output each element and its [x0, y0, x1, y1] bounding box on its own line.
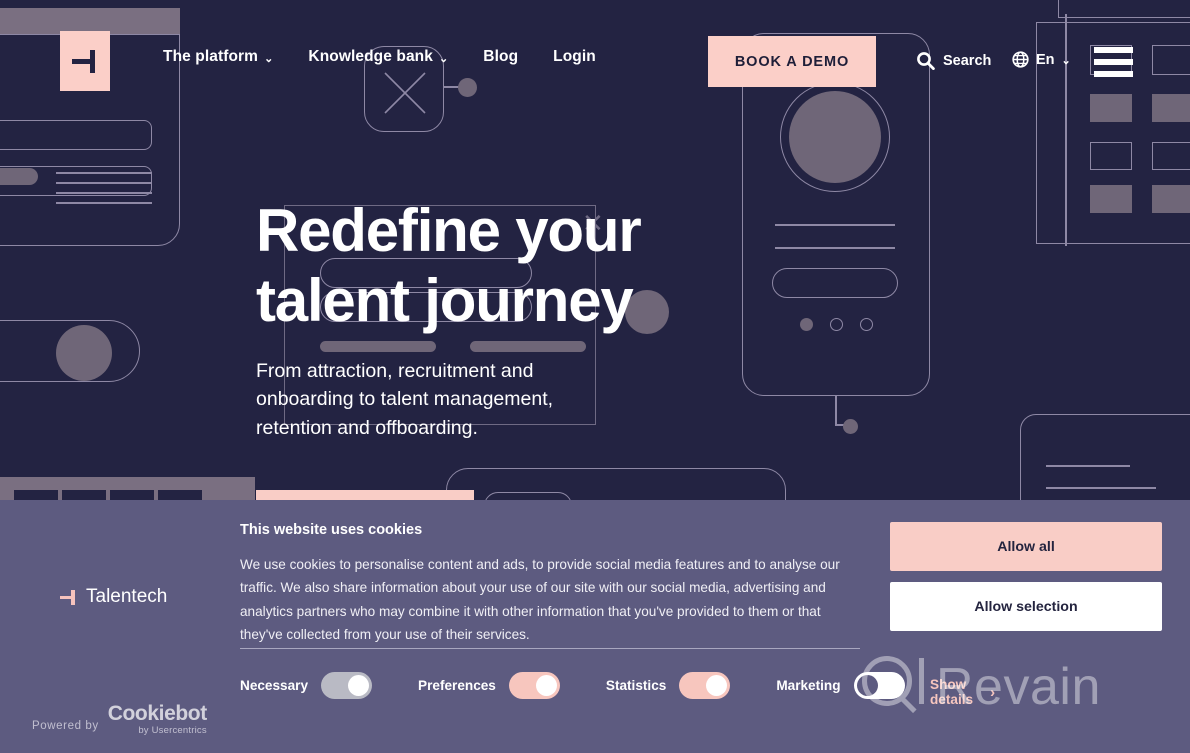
talentech-brand: Talentech — [60, 586, 167, 608]
nav-item-login[interactable]: Login — [553, 48, 596, 66]
toggle-label-marketing: Marketing — [776, 678, 841, 693]
deco-line — [56, 182, 152, 184]
toggle-preferences[interactable] — [508, 672, 560, 699]
talentech-logo-icon — [60, 589, 77, 606]
deco-dot — [830, 318, 843, 331]
show-details-label: Show details — [930, 677, 974, 707]
deco-left-knob — [0, 168, 38, 185]
book-a-demo-button[interactable]: BOOK A DEMO — [708, 36, 876, 87]
toggle-group-preferences: Preferences — [418, 672, 560, 699]
deco-line — [56, 192, 152, 194]
chevron-right-icon: › — [990, 683, 996, 701]
toggle-label-statistics: Statistics — [605, 678, 667, 693]
show-details-link[interactable]: Show details › — [930, 677, 995, 707]
cookiebot-logo: Cookiebot by Usercentrics — [108, 703, 207, 736]
cookie-banner-left: Talentech Powered by Cookiebot by Userce… — [0, 500, 230, 753]
talentech-logo[interactable] — [60, 31, 110, 91]
hero-title-line-1: Redefine your — [256, 197, 642, 264]
cookie-category-toggles: Necessary Preferences Statistics Marketi… — [240, 672, 951, 699]
deco-line — [1046, 487, 1156, 489]
toggle-group-statistics: Statistics — [605, 672, 731, 699]
primary-navigation: The platform ⌄ Knowledge bank ⌄ Blog Log… — [163, 48, 596, 66]
nav-item-label: The platform — [163, 48, 259, 65]
search-label: Search — [943, 52, 992, 69]
cookie-banner-actions: Allow all Allow selection — [890, 500, 1190, 753]
nav-item-label: Blog — [483, 48, 519, 65]
nav-item-label: Knowledge bank — [308, 48, 433, 65]
deco-connector — [835, 424, 847, 426]
cookiebot-sub: by Usercentrics — [138, 725, 207, 736]
search-button[interactable]: Search — [916, 51, 991, 70]
toggle-knob — [706, 675, 728, 696]
site-header: The platform ⌄ Knowledge bank ⌄ Blog Log… — [0, 0, 1190, 124]
deco-large-toggle — [0, 320, 140, 382]
nav-item-label: Login — [553, 48, 596, 65]
deco-cell — [1090, 185, 1132, 213]
hamburger-bar — [1094, 59, 1133, 65]
toggle-label-necessary: Necessary — [240, 678, 309, 693]
page-title: Redefine your talent journey — [256, 196, 726, 335]
deco-dot — [800, 318, 813, 331]
cookiebot-credit[interactable]: Powered by Cookiebot by Usercentrics — [32, 703, 207, 736]
toggle-group-marketing: Marketing — [776, 672, 905, 699]
language-selector[interactable]: En ⌄ — [1012, 51, 1071, 68]
talentech-brand-label: Talentech — [86, 586, 168, 607]
toggle-knob — [856, 675, 878, 696]
hamburger-bar — [1094, 47, 1133, 53]
cookie-banner-title: This website uses cookies — [240, 522, 423, 538]
page-root: ✕ The platform ⌄ Knowledge bank ⌄ Blog L… — [0, 0, 1190, 753]
deco-left-pill — [0, 166, 152, 196]
search-icon — [917, 52, 935, 70]
language-label: En — [1036, 51, 1055, 68]
cookie-consent-banner: Talentech Powered by Cookiebot by Userce… — [0, 500, 1190, 753]
deco-line — [56, 202, 152, 204]
hero-subtitle: From attraction, recruitment and onboard… — [256, 360, 554, 439]
hamburger-menu-icon[interactable] — [1094, 47, 1133, 77]
hero-title-line-2: talent journey — [256, 266, 634, 334]
globe-icon — [1012, 51, 1029, 68]
deco-line — [1046, 465, 1130, 467]
deco-line — [56, 172, 152, 174]
deco-cell — [1152, 142, 1190, 170]
deco-dot — [860, 318, 873, 331]
allow-selection-button[interactable]: Allow selection — [890, 582, 1162, 631]
deco-left-pill — [0, 120, 152, 150]
toggle-marketing[interactable] — [853, 672, 905, 699]
deco-line — [775, 247, 895, 249]
allow-all-button[interactable]: Allow all — [890, 522, 1162, 571]
toggle-statistics[interactable] — [679, 672, 731, 699]
deco-cell — [1152, 185, 1190, 213]
toggle-necessary[interactable] — [321, 672, 373, 699]
cookiebot-name: Cookiebot — [107, 702, 207, 725]
nav-item-blog[interactable]: Blog — [483, 48, 518, 66]
chevron-down-icon: ⌄ — [264, 52, 274, 65]
deco-pill — [772, 268, 898, 298]
deco-connector — [835, 396, 837, 424]
deco-large-toggle-knob — [56, 325, 112, 381]
powered-by-label: Powered by — [32, 720, 99, 732]
hamburger-bar — [1094, 71, 1133, 77]
deco-dot — [843, 419, 858, 434]
toggle-group-necessary: Necessary — [240, 672, 373, 699]
deco-cell — [1090, 142, 1132, 170]
nav-item-the-platform[interactable]: The platform ⌄ — [163, 48, 273, 66]
hero-section: Redefine your talent journey From attrac… — [256, 196, 726, 442]
cookie-banner-content: This website uses cookies We use cookies… — [230, 500, 995, 753]
deco-line — [775, 224, 895, 226]
cookie-banner-body: We use cookies to personalise content an… — [240, 557, 840, 643]
toggle-knob — [535, 675, 557, 696]
chevron-down-icon: ⌄ — [1061, 55, 1071, 67]
toggle-knob — [348, 675, 370, 696]
divider — [240, 648, 860, 649]
chevron-down-icon: ⌄ — [438, 52, 449, 65]
toggle-label-preferences: Preferences — [418, 678, 496, 693]
nav-item-knowledge-bank[interactable]: Knowledge bank ⌄ — [308, 48, 448, 66]
talentech-logo-glyph — [72, 48, 98, 74]
